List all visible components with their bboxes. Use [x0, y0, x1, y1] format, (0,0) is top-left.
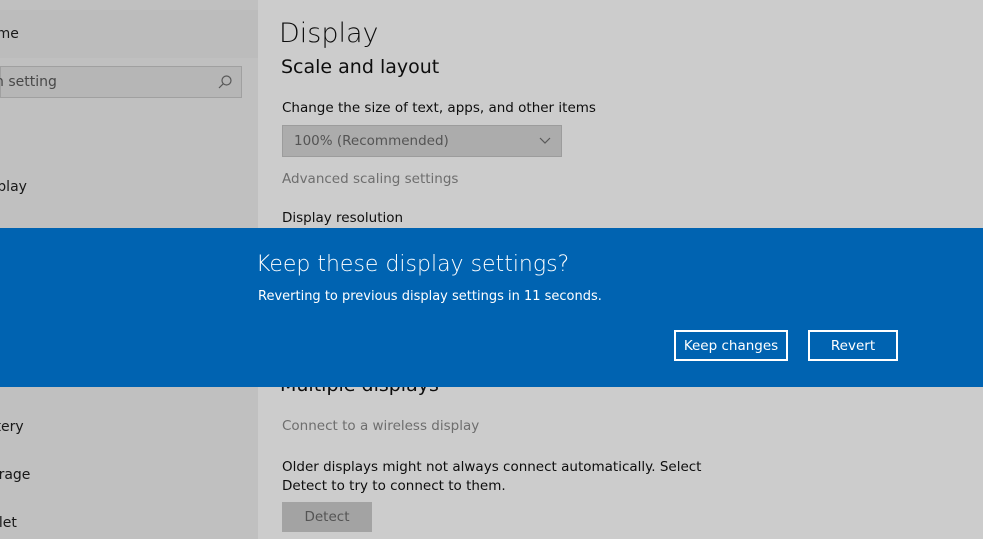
keep-changes-button[interactable]: Keep changes	[674, 330, 788, 361]
settings-window: ome n setting splay ttery orage blet Dis…	[0, 0, 983, 539]
keep-settings-dialog: Keep these display settings? Reverting t…	[0, 228, 983, 387]
dialog-message: Reverting to previous display settings i…	[258, 289, 602, 304]
revert-button[interactable]: Revert	[808, 330, 898, 361]
dialog-title: Keep these display settings?	[256, 252, 570, 277]
